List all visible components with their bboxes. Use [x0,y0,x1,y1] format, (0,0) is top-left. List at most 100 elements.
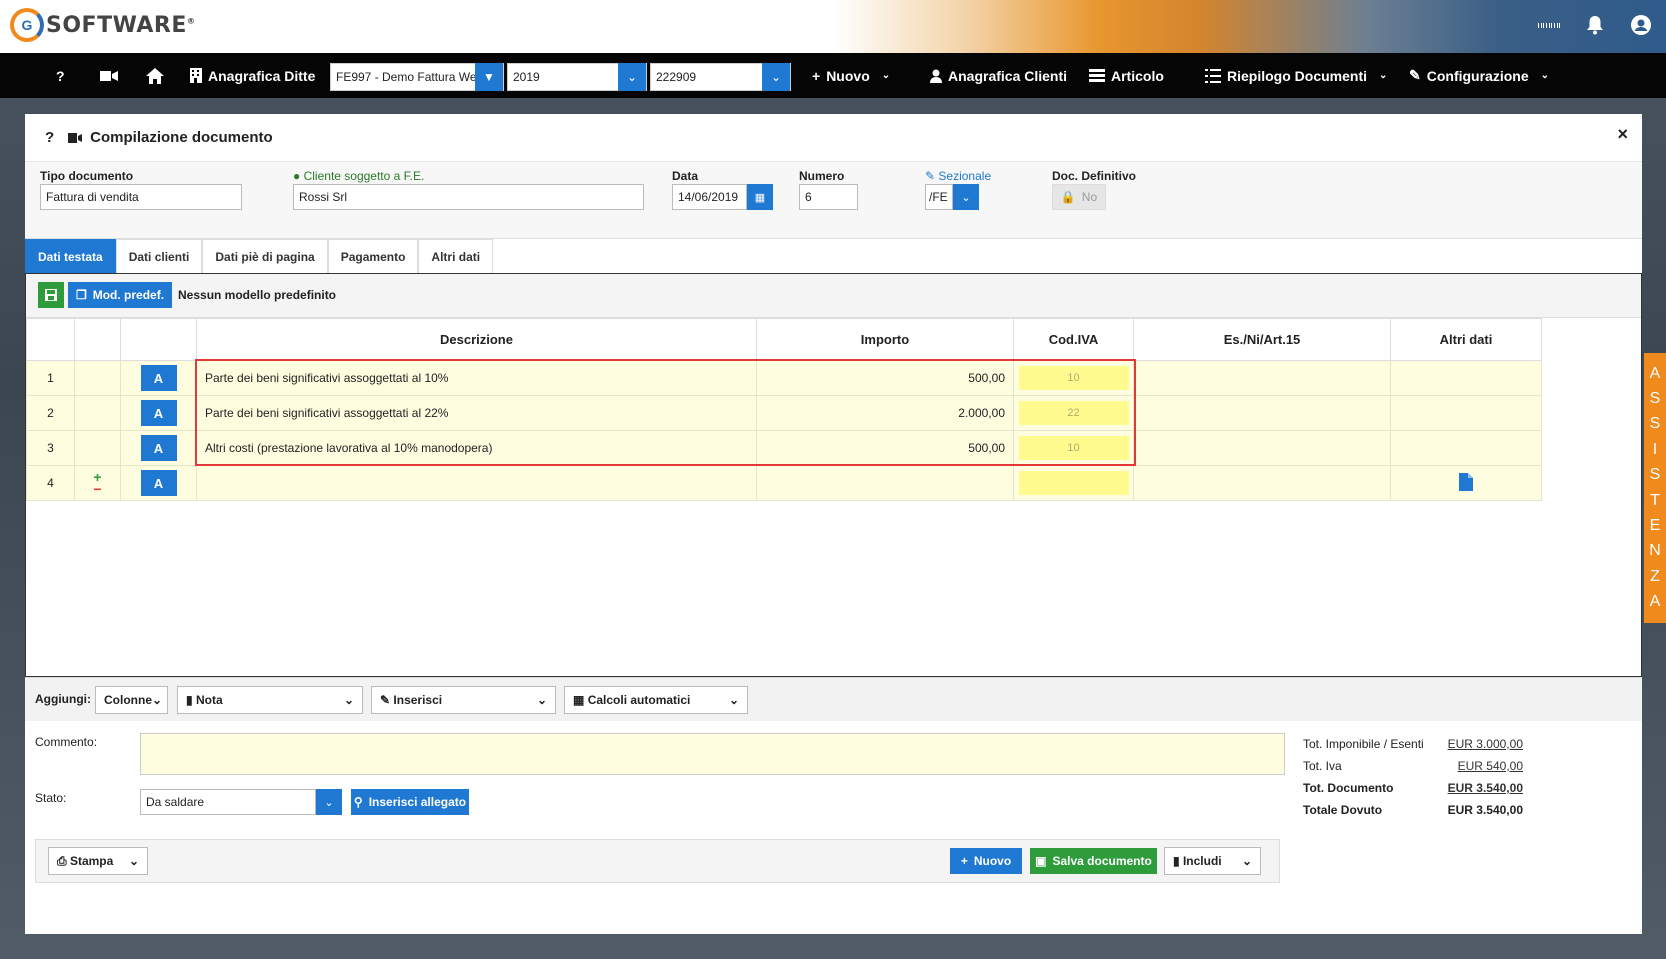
stato-select[interactable]: Da saldare [140,789,316,815]
panel-help-button[interactable]: ? [45,129,54,146]
row-esenzione[interactable] [1133,360,1391,396]
row-cod-iva[interactable]: 10 [1018,436,1129,460]
row-importo[interactable]: 2.000,00 [756,395,1014,431]
row-number: 1 [26,360,75,396]
plus-icon: + [960,854,968,868]
sezionale-select[interactable]: /FE [925,184,953,210]
row-cod-iva[interactable]: 10 [1018,366,1129,390]
document-icon[interactable] [1459,472,1473,491]
bell-icon[interactable] [1584,14,1606,36]
chevron-down-icon[interactable]: ⌄ [316,789,342,815]
nav-configurazione[interactable]: ✎ Configurazione ⌄ [1409,53,1549,98]
row-number: 2 [26,395,75,431]
tab-dati-clienti[interactable]: Dati clienti [115,239,203,273]
row-altri-dati[interactable] [1390,360,1542,396]
data-label: Data [672,169,699,183]
numero-input[interactable]: 6 [799,184,858,210]
tab-altri-dati[interactable]: Altri dati [418,239,494,273]
actions-bar: ⎙ Stampa ⌄ + Nuovo ▣ Salva documento ▮ Incl… [35,839,1280,883]
ditta-select[interactable]: FE997 - Demo Fattura Web ▼ [330,63,504,91]
col-header-cod-iva[interactable]: Cod.IVA [1013,318,1134,361]
row-importo[interactable]: 500,00 [756,430,1014,466]
apps-grid-icon[interactable] [1537,14,1561,36]
save-model-button[interactable] [38,282,64,308]
inserisci-dropdown[interactable]: ✎ Inserisci ⌄ [371,686,556,714]
row-type-button[interactable]: A [140,400,177,426]
row-importo[interactable] [756,465,1014,501]
tipo-documento-input[interactable]: Fattura di vendita [40,184,242,210]
cliente-label-link[interactable]: ● Cliente soggetto a F.E. [293,169,424,183]
tab-dati-testata[interactable]: Dati testata [25,239,116,273]
chevron-down-icon[interactable]: ▼ [475,63,503,91]
row-importo[interactable]: 500,00 [756,360,1014,396]
nav-nuovo-menu[interactable]: + Nuovo ⌄ [812,53,890,98]
tipo-documento-label: Tipo documento [40,169,134,183]
col-header-esenzione[interactable]: Es./Ni/Art.15 [1133,318,1391,361]
col-header-descrizione[interactable]: Descrizione [196,318,757,361]
col-header-num [26,318,75,361]
calendar-icon[interactable]: ▦ [747,184,773,210]
salva-documento-button[interactable]: ▣ Salva documento [1030,848,1157,874]
assistenza-side-tab[interactable]: ASS IST ENZ A [1644,353,1666,623]
file-icon: ▮ [1173,854,1180,868]
edit-icon: ✎ [380,693,391,707]
doc-definitivo-toggle[interactable]: 🔒 No [1052,184,1106,210]
row-altri-dati[interactable] [1390,465,1542,501]
remove-row-icon[interactable]: − [93,482,101,496]
list-box-icon [1089,68,1105,82]
close-icon[interactable]: × [1617,124,1628,145]
stampa-dropdown[interactable]: ⎙ Stampa ⌄ [48,847,148,875]
chevron-down-icon[interactable]: ⌄ [762,63,790,91]
calcoli-dropdown[interactable]: ▦ Calcoli automatici ⌄ [564,686,748,714]
nuovo-button[interactable]: + Nuovo [950,848,1022,874]
chevron-down-icon[interactable]: ⌄ [953,184,979,210]
user-icon [930,69,942,83]
mod-predef-button[interactable]: ❐ Mod. predef. [68,282,172,308]
data-input[interactable]: 14/06/2019 [672,184,747,210]
tab-dati-pie-di-pagina[interactable]: Dati piè di pagina [202,239,328,273]
chevron-down-icon[interactable]: ⌄ [618,63,646,91]
nav-articolo[interactable]: Articolo [1089,53,1164,98]
sezionale-link[interactable]: ✎ Sezionale [925,169,991,183]
row-altri-dati[interactable] [1390,430,1542,466]
stato-label: Stato: [35,791,67,805]
video-icon[interactable] [68,132,83,143]
row-cod-iva[interactable]: 22 [1018,401,1129,425]
row-cod-iva[interactable] [1018,471,1129,495]
colonne-dropdown[interactable]: Colonne ⌄ [95,686,168,714]
user-icon[interactable] [1630,14,1652,36]
col-header-altri-dati[interactable]: Altri dati [1390,318,1542,361]
nota-dropdown[interactable]: ▮ Nota ⌄ [177,686,363,714]
nav-riepilogo-documenti[interactable]: Riepilogo Documenti ⌄ [1205,53,1387,98]
row-altri-dati[interactable] [1390,395,1542,431]
edit-icon: ✎ [1409,67,1421,83]
commento-label: Commento: [35,735,98,749]
row-type-button[interactable]: A [140,435,177,461]
commento-textarea[interactable] [140,733,1285,775]
includi-dropdown[interactable]: ▮ Includi ⌄ [1164,847,1261,875]
code-select[interactable]: 222909 ⌄ [650,63,791,91]
row-descrizione[interactable]: Altri costi (prestazione lavorativa al 1… [196,430,757,466]
row-esenzione[interactable] [1133,430,1391,466]
row-descrizione[interactable]: Parte dei beni significativi assoggettat… [196,360,757,396]
year-select[interactable]: 2019 ⌄ [507,63,647,91]
row-descrizione[interactable] [196,465,757,501]
chevron-down-icon: ⌄ [128,854,139,868]
row-esenzione[interactable] [1133,465,1391,501]
home-icon[interactable] [146,53,164,98]
video-icon[interactable] [100,53,118,98]
list-icon [1205,68,1221,83]
row-type-button[interactable]: A [140,365,177,391]
nav-anagrafica-clienti[interactable]: Anagrafica Clienti [930,53,1067,98]
nav-anagrafica-ditte[interactable]: Anagrafica Ditte [190,53,315,98]
g3-software-logo[interactable]: G SOFTWARE® [10,8,195,42]
inserisci-allegato-button[interactable]: ⚲ Inserisci allegato [351,789,469,815]
document-tabs: Dati testata Dati clienti Dati piè di pa… [25,239,494,273]
tab-pagamento[interactable]: Pagamento [327,239,419,273]
row-type-button[interactable]: A [140,470,177,496]
nav-help-button[interactable]: ? [56,53,65,98]
row-descrizione[interactable]: Parte dei beni significativi assoggettat… [196,395,757,431]
col-header-importo[interactable]: Importo [756,318,1014,361]
cliente-input[interactable]: Rossi Srl [293,184,644,210]
row-esenzione[interactable] [1133,395,1391,431]
